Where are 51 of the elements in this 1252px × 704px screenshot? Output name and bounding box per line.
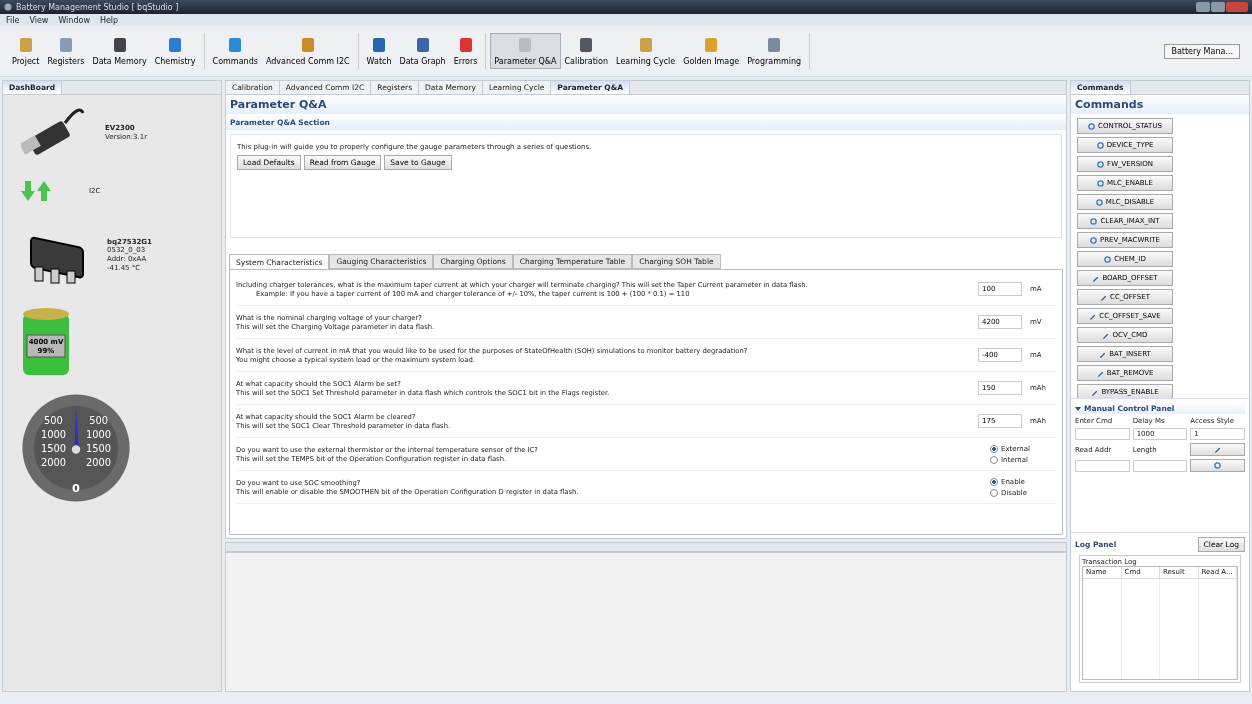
dial-gauge-drawing: 500 500 1000 1000 1500 1500 2000 2000 0 [21, 393, 131, 503]
toolbar-button[interactable]: Advanced Comm I2C [261, 33, 354, 69]
pencil-icon [1100, 293, 1108, 301]
pencil-icon [1099, 350, 1107, 358]
maximize-button[interactable] [1211, 2, 1225, 12]
transfer-arrows-icon [21, 179, 51, 203]
toolbar-button[interactable]: Chemistry [150, 33, 200, 69]
refresh-icon [1090, 236, 1098, 244]
close-button[interactable] [1226, 2, 1248, 12]
perspective-button[interactable]: Battery Mana... [1164, 43, 1240, 59]
toolbar-button[interactable]: Data Memory [88, 33, 151, 69]
pencil-icon [1102, 331, 1110, 339]
caret-icon[interactable] [1075, 405, 1081, 412]
refresh-icon [1096, 141, 1104, 149]
refresh-icon [1095, 198, 1103, 206]
address-field[interactable] [1075, 459, 1130, 472]
toolbar-button[interactable]: Errors [449, 33, 482, 69]
window-title: Battery Management Studio [ bqStudio ] [16, 2, 179, 12]
refresh-icon [1214, 462, 1222, 469]
pencil-icon [1091, 388, 1099, 396]
panel-title: Commands [1075, 98, 1144, 111]
pencil-icon [1092, 274, 1100, 282]
pencil-icon [1214, 446, 1222, 453]
toolbar-button[interactable]: Commands [208, 33, 262, 69]
toolbar-button[interactable]: Registers [43, 33, 89, 69]
refresh-icon [1097, 160, 1105, 168]
menu-item[interactable]: Help [99, 15, 119, 25]
refresh-icon [1097, 179, 1105, 187]
read-button[interactable] [1190, 459, 1245, 472]
toolbar-button[interactable]: Watch [362, 33, 396, 69]
write-button[interactable] [1190, 443, 1245, 456]
refresh-icon [1088, 122, 1095, 130]
menu-item[interactable]: View [29, 15, 49, 25]
refresh-icon [1090, 217, 1098, 225]
app-icon [4, 3, 12, 11]
toolbar-button[interactable]: Programming [743, 33, 806, 69]
refresh-icon [1104, 255, 1112, 263]
toolbar-button[interactable]: Parameter Q&A [490, 33, 561, 69]
toolbar-button[interactable]: Learning Cycle [612, 33, 680, 69]
menu-item[interactable]: File [6, 15, 20, 25]
toolbar-button[interactable]: Data Graph [395, 33, 450, 69]
minimize-button[interactable] [1196, 2, 1210, 12]
menu-item[interactable]: Window [58, 15, 90, 25]
toolbar-button[interactable]: Golden Image [679, 33, 744, 69]
pencil-icon [1096, 369, 1104, 377]
page-title: Parameter Q&A [230, 98, 327, 111]
toolbar-button[interactable]: Project [8, 33, 44, 69]
length-field[interactable] [1132, 459, 1188, 472]
toolbar-button[interactable]: Calibration [560, 33, 613, 69]
command-field[interactable] [1075, 428, 1130, 440]
pencil-icon [1089, 312, 1097, 320]
